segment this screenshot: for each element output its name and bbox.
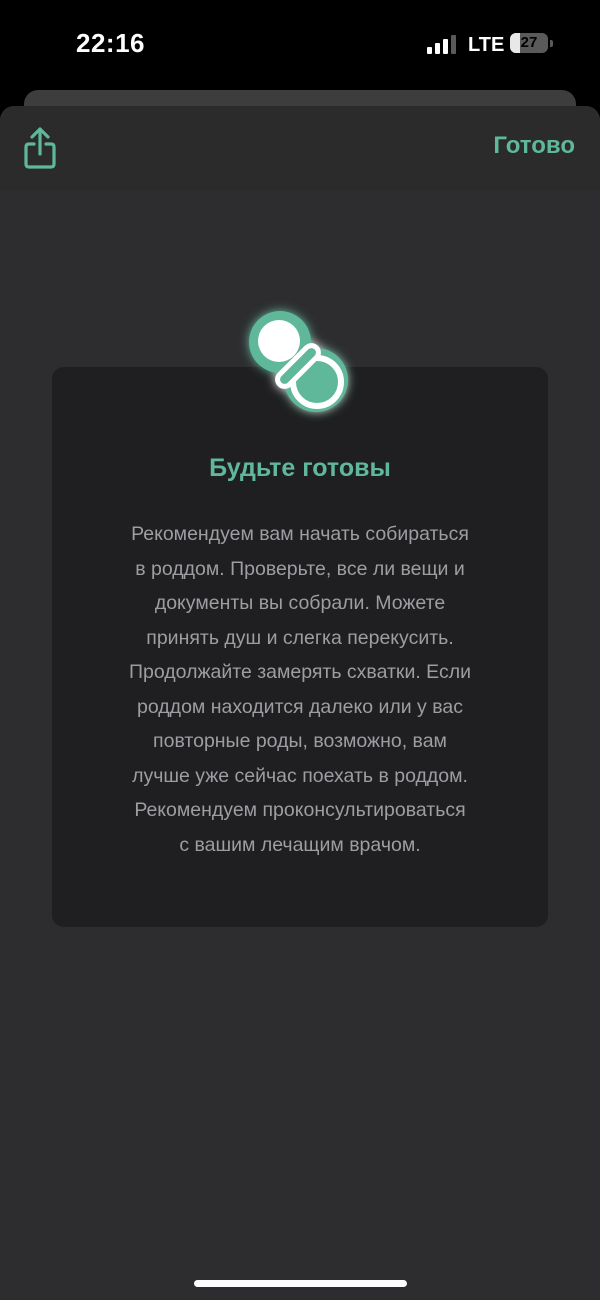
share-button[interactable] (20, 126, 60, 172)
card-body-line: принять душ и слегка перекусить. (146, 626, 454, 649)
share-icon (24, 127, 56, 169)
status-time: 22:16 (76, 28, 145, 58)
battery-level: 27 (520, 34, 538, 51)
home-indicator[interactable] (194, 1280, 407, 1287)
cellular-signal-icon (427, 35, 456, 54)
card-body-line: роддом находится далеко или у вас (137, 695, 463, 718)
modal-sheet: Готово Будьте готовы Рекомендуем вам нач… (0, 106, 600, 1300)
card-body-line: повторные роды, возможно, вам (153, 730, 447, 752)
card-title: Будьте готовы (209, 454, 391, 482)
info-card: Будьте готовы Рекомендуем вам начать соб… (52, 367, 548, 927)
card-body-line: Рекомендуем проконсультироваться (134, 799, 466, 821)
card-body-line: документы вы собрали. Можете (154, 592, 446, 614)
screen: 22:16 LTE 27 Готово Будьте готовы Рекоме… (0, 0, 600, 1300)
card-body-line: Рекомендуем вам начать собираться (131, 523, 469, 545)
battery-icon: 27 (510, 33, 554, 55)
card-body: Рекомендуем вам начать собираться в родд… (92, 517, 508, 862)
card-body-line: в роддом. Проверьте, все ли вещи и (135, 557, 465, 580)
network-type: LTE (468, 34, 505, 56)
card-body-line: лучше уже сейчас поехать в роддом. (132, 764, 468, 787)
pacifier-icon (249, 311, 348, 412)
sheet-header: Готово (0, 106, 600, 190)
status-bar: 22:16 LTE 27 (0, 0, 600, 90)
done-button[interactable]: Готово (493, 132, 575, 160)
card-body-line: Продолжайте замерять схватки. Если (129, 661, 471, 683)
card-body-line: с вашим лечащим врачом. (179, 833, 421, 856)
